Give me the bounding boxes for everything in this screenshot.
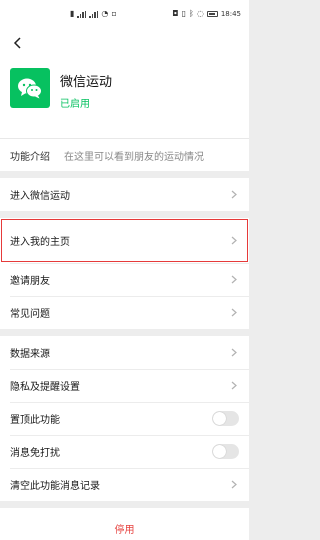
menu-item-label: 进入我的主页 — [10, 237, 70, 248]
menu-item-enter-wechat-sport[interactable]: 进入微信运动 — [0, 178, 249, 211]
section-gap — [0, 329, 249, 336]
section-gap — [0, 171, 249, 178]
chevron-right-icon — [229, 480, 239, 490]
intro-text: 在这里可以看到朋友的运动情况 — [64, 151, 204, 163]
disable-button[interactable]: 停用 — [0, 508, 249, 540]
menu-item-clear-history[interactable]: 清空此功能消息记录 — [0, 468, 249, 501]
battery-icon — [206, 11, 218, 17]
menu-item-my-homepage[interactable]: 进入我的主页 — [0, 218, 249, 263]
app-name: 微信运动 — [60, 75, 113, 90]
status-bar: ▮ ◔ ▫ ◘ ▯ ᛒ ◌ 18:45 — [0, 0, 249, 28]
nfc-icon: ◘ — [172, 9, 179, 18]
menu-group-1: 进入微信运动 — [0, 178, 249, 211]
intro-label: 功能介绍 — [10, 151, 50, 163]
menu-item-faq[interactable]: 常见问题 — [0, 296, 249, 329]
menu-group-1b: 进入我的主页 邀请朋友 常见问题 — [0, 218, 249, 329]
app-status: 已启用 — [60, 99, 90, 110]
menu-item-invite-friends[interactable]: 邀请朋友 — [0, 263, 249, 296]
sim-icon: ▮ — [70, 9, 75, 18]
menu-item-mute-notifications: 消息免打扰 — [0, 435, 249, 468]
bluetooth-icon: ᛒ — [189, 9, 194, 18]
menu-item-label: 消息免打扰 — [10, 448, 60, 459]
app-header: 微信运动 已启用 功能介绍 在这里可以看到朋友的运动情况 — [0, 28, 249, 171]
chevron-right-icon — [229, 381, 239, 391]
section-gap — [0, 501, 249, 508]
screen: ▮ ◔ ▫ ◘ ▯ ᛒ ◌ 18:45 微信运动 已启用 功能介绍 在这里可以看… — [0, 0, 249, 540]
feature-intro-row: 功能介绍 在这里可以看到朋友的运动情况 — [0, 138, 249, 171]
status-time: 18:45 — [220, 10, 241, 18]
vibrate-icon: ▯ — [181, 9, 187, 18]
chevron-right-icon — [229, 275, 239, 285]
menu-item-data-source[interactable]: 数据来源 — [0, 336, 249, 369]
mute-toggle[interactable] — [212, 444, 239, 459]
pin-toggle[interactable] — [212, 411, 239, 426]
menu-item-label: 邀请朋友 — [10, 276, 50, 287]
disable-label: 停用 — [114, 524, 135, 536]
chevron-right-icon — [229, 236, 239, 246]
wechat-sport-app-icon — [10, 68, 50, 108]
menu-item-label: 进入微信运动 — [10, 191, 70, 202]
status-right: ◘ ▯ ᛒ ◌ 18:45 — [172, 9, 241, 19]
alarm-icon: ◌ — [196, 9, 204, 18]
status-left: ▮ ◔ ▫ — [70, 10, 117, 18]
menu-item-label: 常见问题 — [10, 309, 50, 320]
back-button[interactable] — [6, 32, 28, 54]
menu-item-label: 置顶此功能 — [10, 415, 60, 426]
signal-icon — [77, 10, 87, 18]
signal-icon-2 — [89, 10, 99, 18]
menu-item-label: 清空此功能消息记录 — [10, 481, 100, 492]
menu-item-label: 数据来源 — [10, 349, 50, 360]
chevron-right-icon — [229, 308, 239, 318]
menu-item-privacy-settings[interactable]: 隐私及提醒设置 — [0, 369, 249, 402]
chat-bubbles-icon — [18, 78, 42, 99]
notification-icon: ▫ — [111, 9, 117, 18]
menu-group-2: 数据来源 隐私及提醒设置 置顶此功能 消息免打扰 清空此功能消息记录 — [0, 336, 249, 501]
chevron-right-icon — [229, 348, 239, 358]
section-gap — [0, 211, 249, 218]
wifi-icon: ◔ — [101, 9, 109, 18]
menu-item-label: 隐私及提醒设置 — [10, 382, 80, 393]
chevron-right-icon — [229, 190, 239, 200]
chevron-left-icon — [13, 37, 21, 49]
menu-item-pin-feature: 置顶此功能 — [0, 402, 249, 435]
